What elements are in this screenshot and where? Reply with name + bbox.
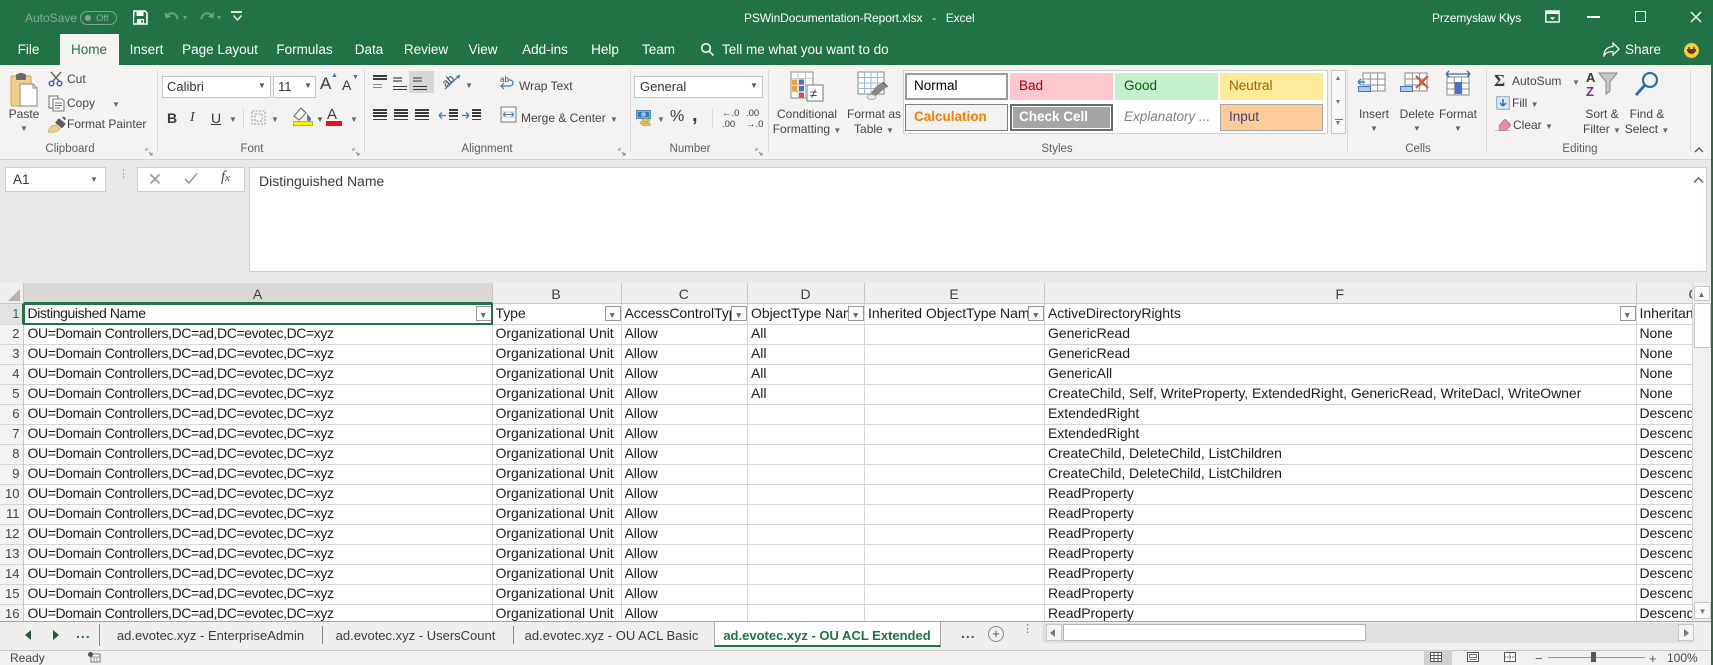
svg-text:ab: ab	[443, 73, 457, 90]
svg-text:≠: ≠	[810, 86, 817, 101]
